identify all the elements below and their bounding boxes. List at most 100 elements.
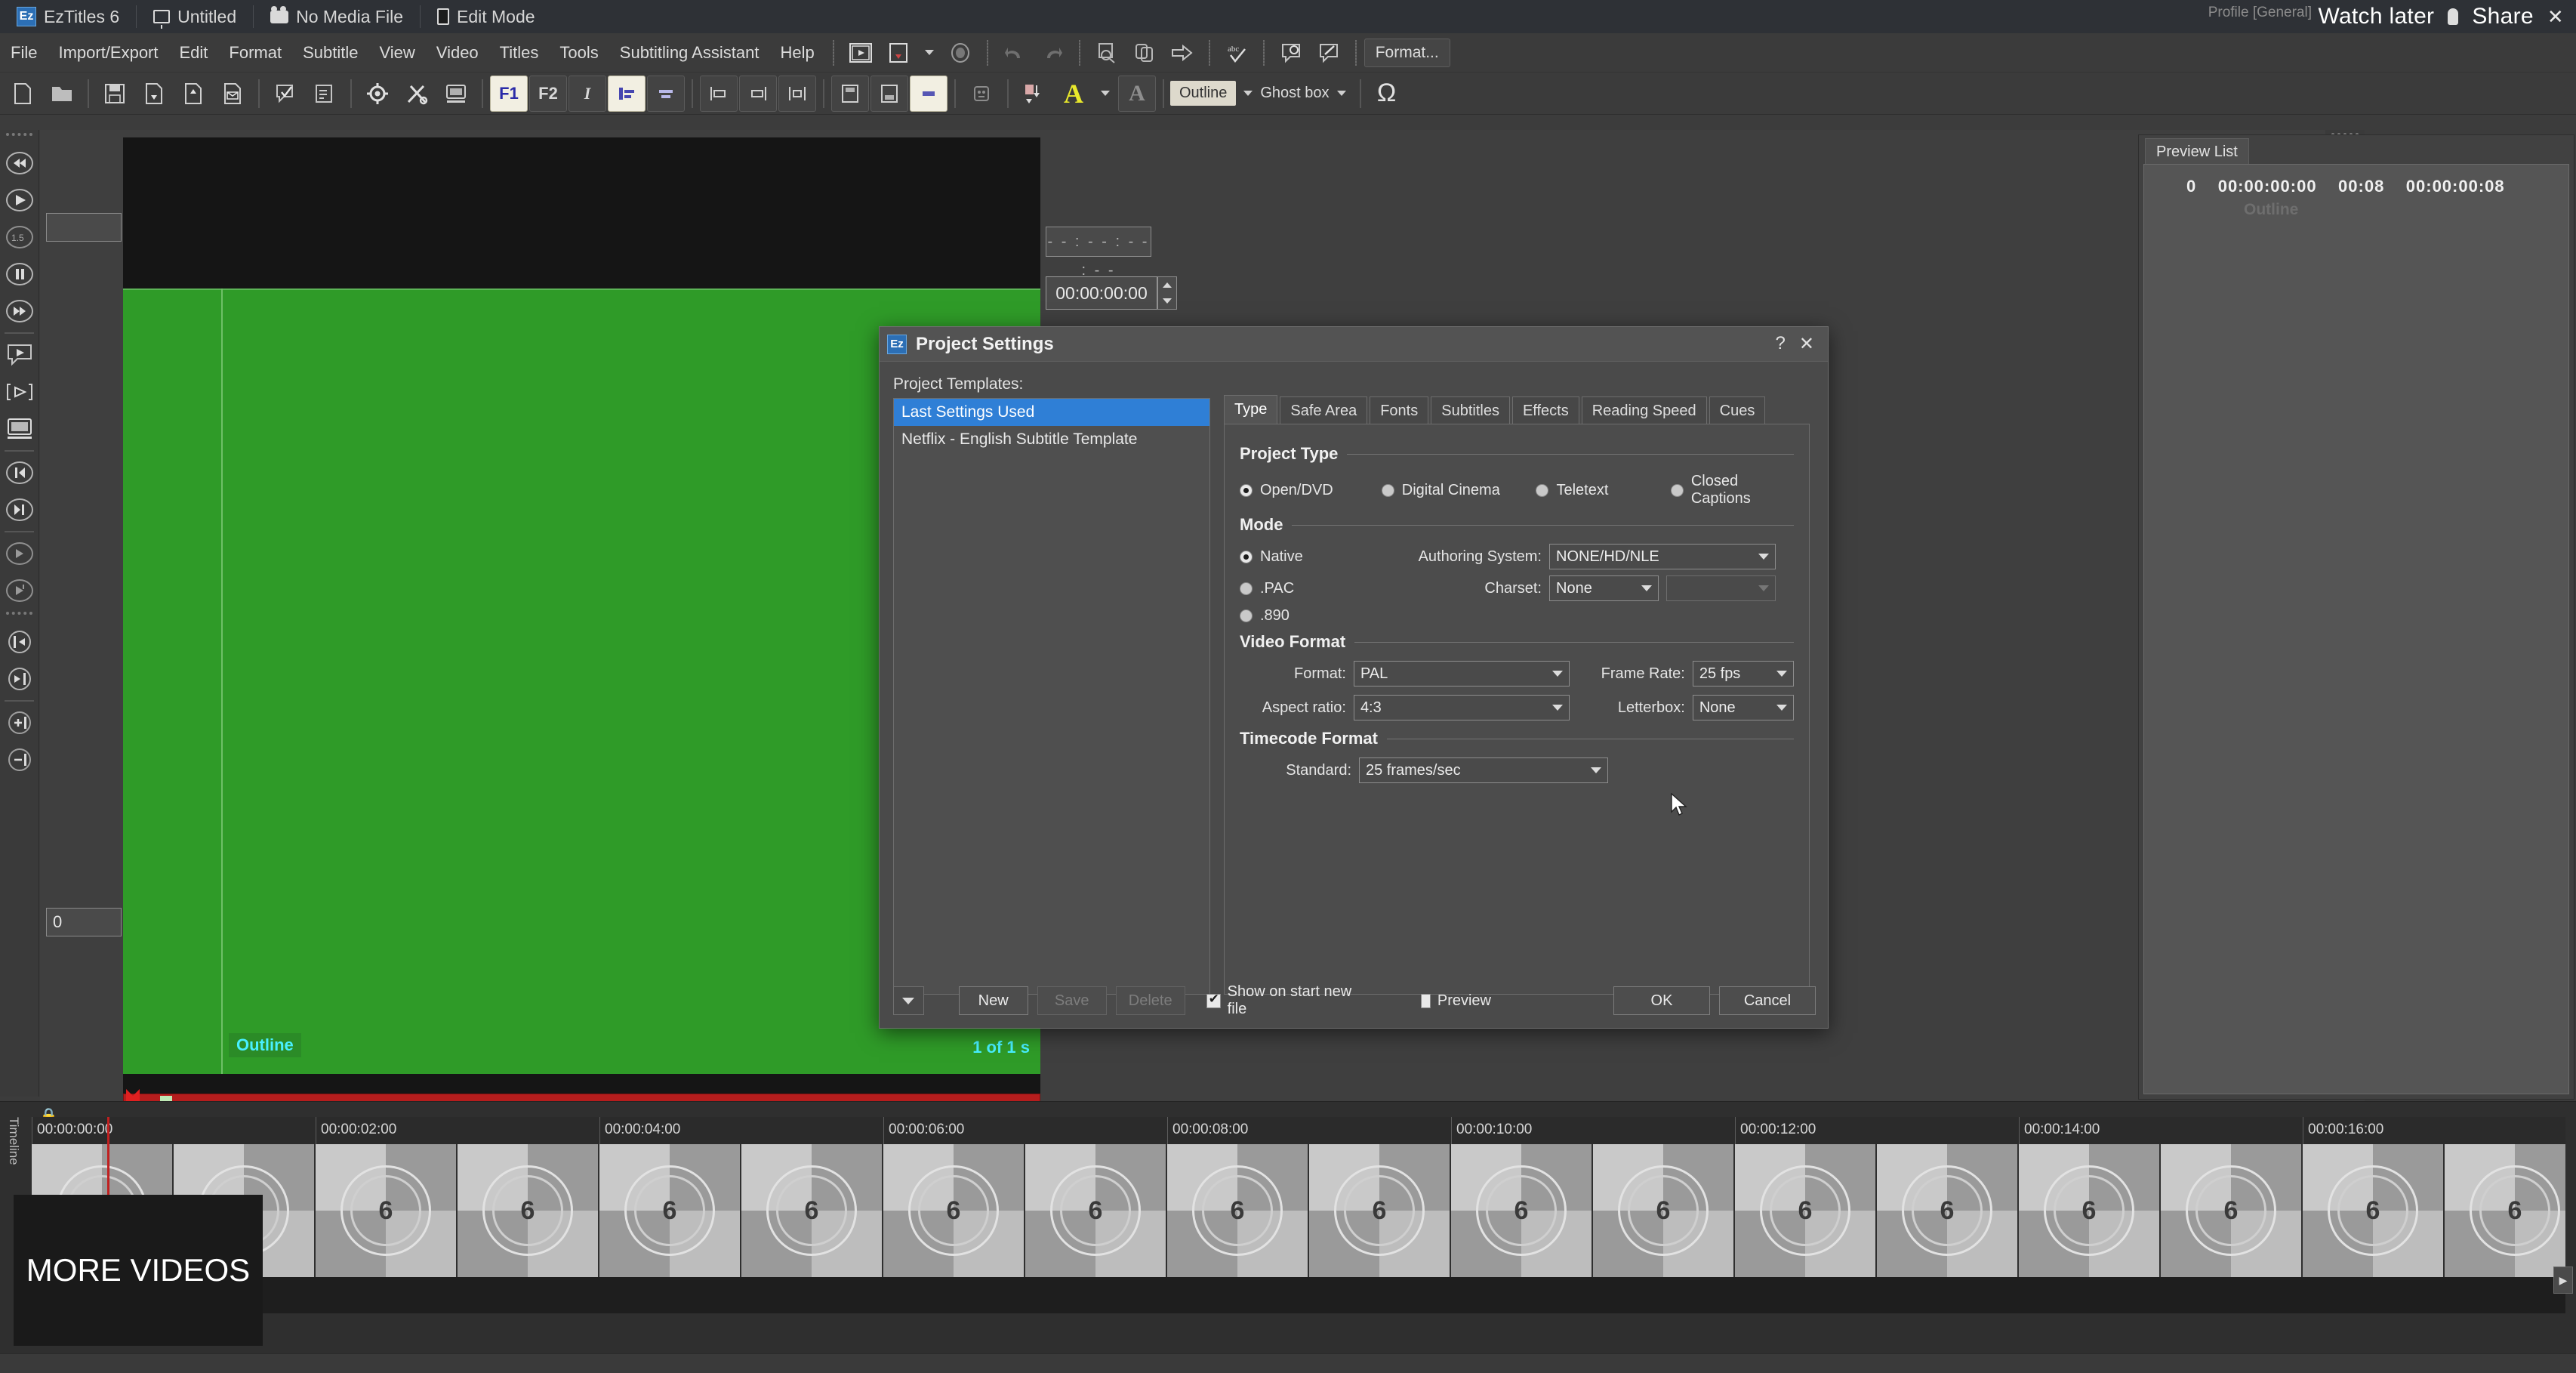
menu-titles[interactable]: Titles [489,33,550,73]
menu-subtitling-assistant[interactable]: Subtitling Assistant [609,33,770,73]
close-overlay-button[interactable]: ✕ [2547,5,2564,29]
standard-select[interactable]: 25 frames/sec [1359,757,1608,783]
timeline-filmstrip[interactable]: 666666666666666666666666666666666666 [32,1144,2565,1277]
filmstrip-thumbnail[interactable]: 6 [458,1144,599,1277]
tab-safe-area[interactable]: Safe Area [1280,396,1367,425]
menu-subtitle[interactable]: Subtitle [292,33,368,73]
comment-edit-icon[interactable] [1311,37,1346,69]
menu-view[interactable]: View [369,33,426,73]
go-previous-subtitle-icon[interactable] [2,455,37,491]
dialog-title-bar[interactable]: Ez Project Settings ? ✕ [880,327,1828,362]
close-button[interactable]: ✕ [1799,333,1814,355]
chevron-down-icon[interactable] [1101,91,1110,96]
tab-subtitles[interactable]: Subtitles [1431,396,1510,425]
font-color-icon[interactable]: A [1055,76,1092,112]
open-file-icon[interactable] [43,76,81,112]
preview-line-count-field[interactable]: 0 [46,908,122,936]
aspect-ratio-select[interactable]: 4:3 [1354,695,1570,720]
redo-icon[interactable] [1035,37,1070,69]
play-icon[interactable] [2,182,37,218]
play-speed-icon[interactable]: 1.5 [2,219,37,255]
share-button[interactable]: Share [2472,4,2534,29]
tab-preview-list[interactable]: Preview List [2145,138,2249,165]
format-select[interactable]: PAL [1354,661,1570,686]
filmstrip-thumbnail[interactable]: 6 [1025,1144,1167,1277]
record-icon[interactable] [943,37,978,69]
spellcheck-icon[interactable]: abc [1219,37,1254,69]
position-right-button[interactable] [739,76,777,112]
align-left-button[interactable] [608,76,646,112]
templates-dropdown-button[interactable] [893,986,924,1015]
timeline-ruler[interactable]: 00:00:00:0000:00:02:0000:00:04:0000:00:0… [32,1117,2565,1144]
filmstrip-thumbnail[interactable]: 6 [316,1144,458,1277]
vertical-top-button[interactable] [831,76,869,112]
preview-list-row[interactable]: 0 00:00:00:00 00:08 00:00:00:08 [2144,165,2568,196]
fullscreen-preview-icon[interactable] [2,411,37,447]
filmstrip-thumbnail[interactable]: 6 [2019,1144,2161,1277]
align-center-button[interactable] [647,76,685,112]
cancel-button[interactable]: Cancel [1719,986,1816,1015]
remove-subtitle-icon[interactable] [2,742,37,778]
watch-later-button[interactable]: Watch later [2318,4,2434,29]
fast-forward-icon[interactable] [2,293,37,329]
project-name-item[interactable]: Untitled [137,0,253,33]
import-file-icon[interactable] [135,76,173,112]
open-video-icon[interactable] [843,37,878,69]
media-status-item[interactable]: No Media File [254,0,420,33]
menu-help[interactable]: Help [769,33,824,73]
charset-extra-select[interactable] [1666,575,1776,601]
vertical-center-button[interactable] [910,76,948,112]
tools-icon[interactable] [398,76,436,112]
new-file-icon[interactable] [4,76,42,112]
authoring-system-select[interactable]: NONE/HD/NLE [1549,544,1776,569]
menu-video[interactable]: Video [426,33,489,73]
menu-edit[interactable]: Edit [169,33,219,73]
preview-checkbox[interactable]: Preview [1421,992,1491,1010]
filmstrip-thumbnail[interactable]: 6 [1167,1144,1309,1277]
show-on-start-checkbox[interactable]: Show on start new file [1206,983,1370,1018]
preview-list-body[interactable]: 0 00:00:00:00 00:08 00:00:00:08 Outline [2143,164,2569,1094]
filmstrip-thumbnail[interactable]: 6 [1451,1144,1593,1277]
pause-icon[interactable] [2,256,37,292]
menu-import-export[interactable]: Import/Export [48,33,168,73]
menu-tools[interactable]: Tools [549,33,609,73]
radio-890[interactable]: .890 [1240,607,1353,625]
filmstrip-thumbnail[interactable]: 6 [2303,1144,2445,1277]
style-f2-button[interactable]: F2 [529,76,567,112]
save-file-icon[interactable] [96,76,134,112]
chevron-down-icon[interactable] [1337,91,1346,96]
chevron-down-icon[interactable] [925,50,934,55]
special-character-icon[interactable]: Ω [1368,76,1406,112]
project-templates-list[interactable]: Last Settings Used Netflix - English Sub… [893,398,1210,995]
goto-next-icon[interactable] [1165,37,1200,69]
position-center-button[interactable] [778,76,816,112]
robot-assistant-icon[interactable] [963,76,1000,112]
add-subtitle-icon[interactable] [2,705,37,741]
edit-mode-item[interactable]: Edit Mode [421,0,552,33]
format-button[interactable]: Format... [1364,39,1450,67]
menu-format[interactable]: Format [218,33,292,73]
filmstrip-thumbnail[interactable]: 6 [2161,1144,2303,1277]
tab-cues[interactable]: Cues [1709,396,1766,425]
cue-in-icon[interactable] [2,535,37,572]
filmstrip-thumbnail[interactable]: 6 [1877,1144,2019,1277]
tab-type[interactable]: Type [1224,395,1277,425]
tab-reading-speed[interactable]: Reading Speed [1582,396,1707,425]
radio-pac[interactable]: .PAC [1240,580,1353,597]
charset-select[interactable]: None [1549,575,1659,601]
preview-subtitle-icon[interactable] [2,337,37,373]
set-in-point-icon[interactable] [2,624,37,660]
chevron-down-icon[interactable] [1243,91,1253,96]
stepper-down-icon[interactable] [1163,298,1172,304]
tab-fonts[interactable]: Fonts [1370,396,1428,425]
ok-button[interactable]: OK [1613,986,1710,1015]
drag-handle[interactable] [6,133,32,142]
undo-icon[interactable] [997,37,1032,69]
find-icon[interactable] [1089,37,1124,69]
position-left-button[interactable] [700,76,738,112]
text-color-icon[interactable] [1015,76,1053,112]
font-style-icon[interactable]: A [1118,76,1156,112]
copy-icon[interactable] [1127,37,1162,69]
subtitle-check-icon[interactable] [267,76,304,112]
send-mail-icon[interactable] [214,76,251,112]
